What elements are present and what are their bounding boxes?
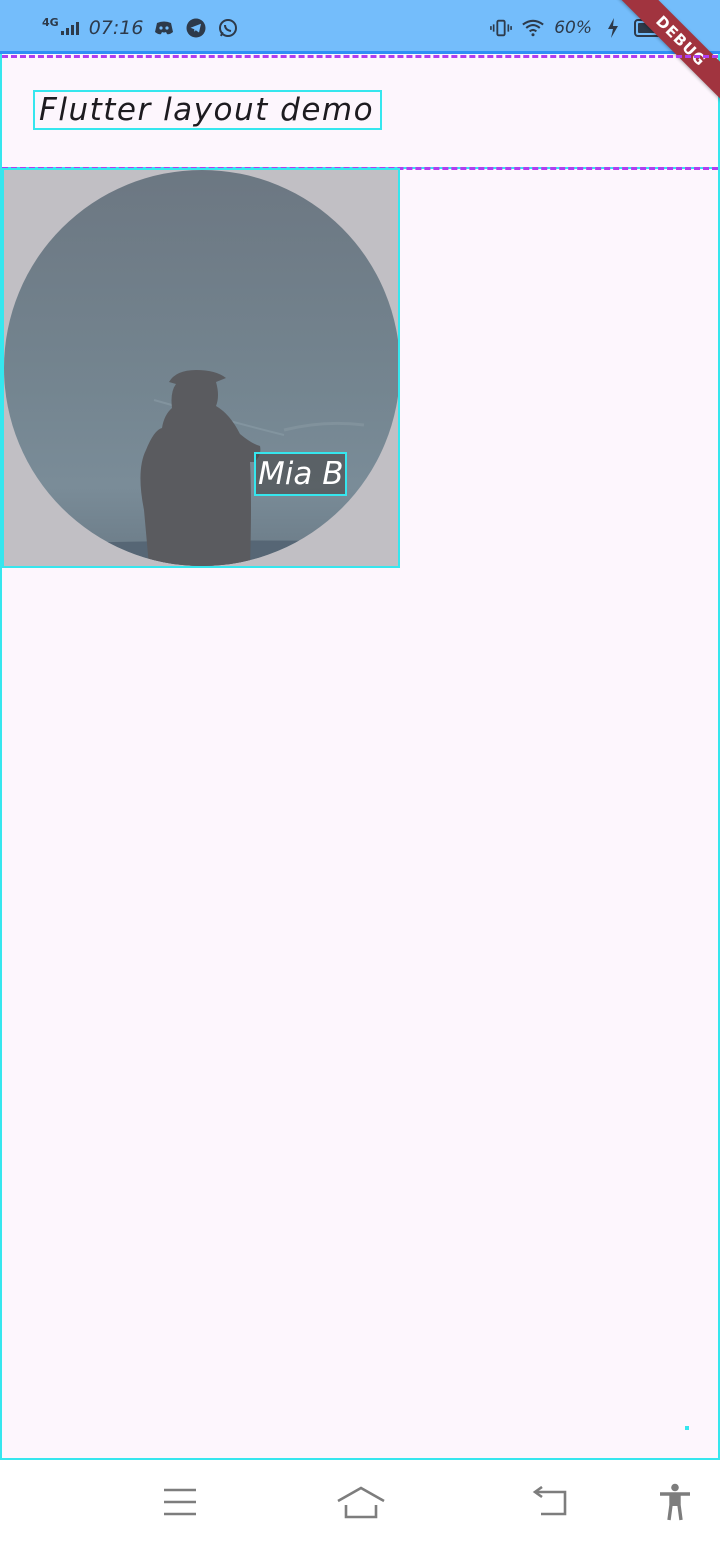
avatar-container: Mia B: [2, 168, 400, 568]
menu-icon[interactable]: [155, 1480, 205, 1524]
clock: 07:16: [88, 17, 144, 39]
vibrate-icon: [490, 17, 513, 39]
signal-icon: [60, 21, 79, 35]
app-bar-title-box: Flutter layout demo: [33, 90, 383, 130]
whatsapp-icon: [217, 17, 239, 39]
avatar-image: [4, 170, 398, 566]
status-bar-right: 60%: [490, 14, 679, 42]
avatar-name: Mia B: [258, 456, 344, 492]
battery-percent: 60%: [554, 18, 592, 38]
page-title: Flutter layout demo: [39, 92, 375, 128]
telegram-icon: [185, 17, 207, 39]
back-icon[interactable]: [524, 1480, 574, 1524]
debug-marker: [685, 1426, 689, 1430]
accessibility-icon[interactable]: [650, 1480, 700, 1524]
app-bar: Flutter layout demo: [2, 57, 718, 169]
status-bar-left: 4G 07:16: [42, 14, 239, 42]
status-bar: 4G 07:16 60%: [0, 0, 720, 54]
battery-icon: [634, 19, 679, 37]
battery-level: [638, 23, 658, 33]
discord-icon: [153, 17, 175, 39]
system-nav-bar: [0, 1460, 720, 1544]
wifi-icon: [522, 17, 544, 39]
network-type: 4G: [42, 15, 59, 29]
name-label-box: Mia B: [254, 452, 348, 496]
charging-icon: [602, 17, 624, 39]
home-icon[interactable]: [333, 1480, 389, 1524]
